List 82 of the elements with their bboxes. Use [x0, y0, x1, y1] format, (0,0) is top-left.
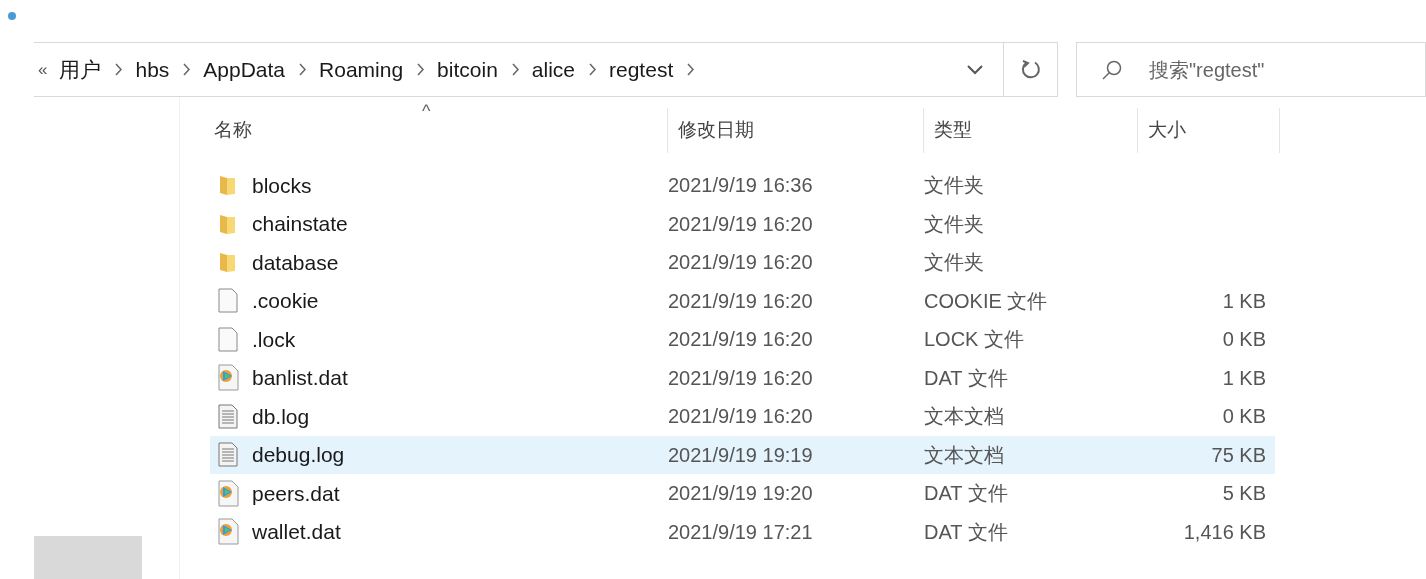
- file-type: DAT 文件: [924, 365, 1009, 391]
- file-name: debug.log: [252, 442, 345, 468]
- chevron-right-icon: [687, 63, 696, 76]
- file-row[interactable]: peers.dat 2021/9/19 19:20 DAT 文件 5 KB: [210, 474, 1275, 513]
- overflow-chevron[interactable]: «: [38, 56, 48, 83]
- file-name: .cookie: [252, 288, 319, 314]
- refresh-icon: [1019, 58, 1042, 81]
- file-row[interactable]: .cookie 2021/9/19 16:20 COOKIE 文件 1 KB: [210, 281, 1275, 320]
- file-row[interactable]: chainstate 2021/9/19 16:20 文件夹: [210, 204, 1275, 243]
- column-header[interactable]: 类型: [924, 108, 1138, 153]
- search-field[interactable]: 搜索"regtest": [1076, 42, 1426, 97]
- file-row[interactable]: blocks 2021/9/19 16:36 文件夹: [210, 166, 1275, 205]
- chevron-right-icon: [417, 63, 426, 76]
- folder-icon: [218, 174, 238, 197]
- file-type: LOCK 文件: [924, 327, 1026, 353]
- address-bar[interactable]: « 用户 hbs AppData Roaming bitcoin alice regtest: [34, 42, 1058, 97]
- file-name: db.log: [252, 403, 310, 430]
- file-name: database: [252, 249, 339, 276]
- file-size: 75 KB: [1211, 442, 1266, 468]
- column-header[interactable]: 大小: [1138, 108, 1280, 153]
- file-row[interactable]: database 2021/9/19 16:20 文件夹: [210, 243, 1275, 282]
- file-type: COOKIE 文件: [924, 288, 1049, 314]
- file-size: 1 KB: [1222, 288, 1266, 314]
- modified-date: 2021/9/19 16:36: [668, 173, 814, 199]
- blank-file-icon: [218, 288, 238, 314]
- chevron-right-icon: [299, 63, 308, 76]
- modified-date: 2021/9/19 16:20: [668, 327, 814, 353]
- search-icon: [1101, 58, 1123, 81]
- folder-icon: [218, 212, 238, 235]
- modified-date: 2021/9/19 16:20: [668, 365, 814, 391]
- folder-icon: [218, 251, 238, 274]
- file-row[interactable]: .lock 2021/9/19 16:20 LOCK 文件 0 KB: [210, 320, 1275, 359]
- text-file-icon: [218, 442, 238, 468]
- file-type: 文本文档: [924, 442, 1005, 468]
- file-size: 1,416 KB: [1183, 519, 1266, 545]
- chevron-right-icon: [183, 63, 192, 76]
- modified-date: 2021/9/19 19:19: [668, 442, 814, 468]
- file-size: 0 KB: [1222, 327, 1266, 353]
- breadcrumb[interactable]: regtest: [609, 53, 674, 86]
- media-file-icon: [218, 364, 242, 392]
- media-file-icon: [218, 479, 242, 507]
- file-size: 0 KB: [1222, 404, 1266, 430]
- modified-date: 2021/9/19 16:20: [668, 404, 814, 430]
- file-row[interactable]: banlist.dat 2021/9/19 16:20 DAT 文件 1 KB: [210, 358, 1275, 397]
- text-file-icon: [218, 403, 238, 429]
- file-name: peers.dat: [252, 480, 340, 507]
- blank-file-icon: [218, 326, 238, 352]
- chevron-right-icon: [589, 63, 597, 76]
- file-size: 1 KB: [1222, 365, 1266, 391]
- scrollbar-thumb[interactable]: [34, 536, 142, 579]
- file-name: chainstate: [252, 211, 348, 237]
- modified-date: 2021/9/19 19:20: [668, 481, 814, 507]
- breadcrumb[interactable]: 用户: [59, 53, 102, 86]
- file-row[interactable]: wallet.dat 2021/9/19 17:21 DAT 文件 1,416 KB: [210, 512, 1275, 551]
- breadcrumb[interactable]: bitcoin: [437, 53, 498, 86]
- modified-date: 2021/9/19 16:20: [668, 288, 814, 314]
- breadcrumb[interactable]: alice: [531, 53, 575, 86]
- chevron-down-icon[interactable]: [967, 64, 983, 75]
- search-input[interactable]: 搜索"regtest": [1149, 54, 1409, 85]
- breadcrumb[interactable]: Roaming: [319, 53, 404, 86]
- breadcrumb[interactable]: AppData: [203, 53, 286, 86]
- modified-date: 2021/9/19 17:21: [668, 519, 814, 545]
- column-header[interactable]: 修改日期: [668, 108, 924, 153]
- file-name: .lock: [252, 326, 296, 353]
- file-size: 5 KB: [1222, 481, 1266, 507]
- modified-date: 2021/9/19 16:20: [668, 211, 814, 237]
- chevron-right-icon: [511, 63, 520, 76]
- file-type: DAT 文件: [924, 519, 1009, 545]
- file-row[interactable]: debug.log 2021/9/19 19:19 文本文档 75 KB: [210, 435, 1275, 474]
- file-row[interactable]: db.log 2021/9/19 16:20 文本文档 0 KB: [210, 397, 1275, 436]
- media-file-icon: [218, 518, 242, 546]
- file-type: 文件夹: [924, 211, 985, 237]
- chevron-right-icon: [115, 63, 124, 76]
- modified-date: 2021/9/19 16:20: [668, 250, 814, 276]
- file-type: 文件夹: [924, 250, 985, 276]
- file-type: 文本文档: [924, 404, 1005, 430]
- file-type: 文件夹: [924, 173, 985, 199]
- file-type: DAT 文件: [924, 481, 1009, 507]
- file-name: banlist.dat: [252, 365, 348, 391]
- breadcrumb[interactable]: hbs: [135, 53, 170, 86]
- file-name: wallet.dat: [252, 519, 341, 545]
- file-name: blocks: [252, 172, 312, 199]
